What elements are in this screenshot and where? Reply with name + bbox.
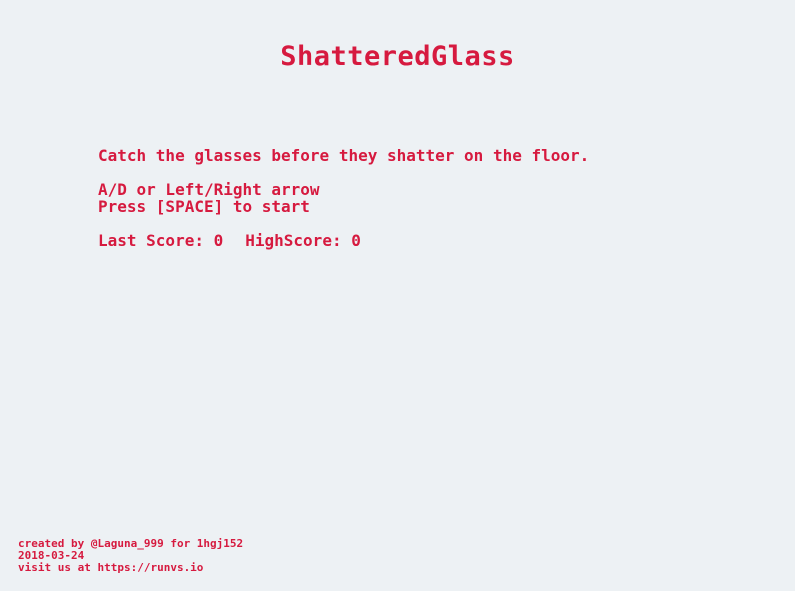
game-screen[interactable]: ShatteredGlass Catch the glasses before … bbox=[0, 0, 795, 591]
high-score: HighScore: 0 bbox=[245, 232, 361, 249]
score-row: Last Score: 0 HighScore: 0 bbox=[98, 232, 589, 249]
last-score: Last Score: 0 bbox=[98, 232, 223, 249]
high-score-label: HighScore: bbox=[245, 231, 342, 250]
high-score-value: 0 bbox=[351, 231, 361, 250]
instruction-controls: A/D or Left/Right arrow bbox=[98, 180, 320, 199]
instruction-goal: Catch the glasses before they shatter on… bbox=[98, 146, 590, 165]
footer-credits: created by @Laguna_999 for 1hgj152 2018-… bbox=[18, 538, 243, 574]
footer-visit: visit us at https://runvs.io bbox=[18, 561, 204, 574]
instruction-start: Press [SPACE] to start bbox=[98, 197, 310, 216]
last-score-value: 0 bbox=[213, 231, 224, 250]
last-score-label: Last Score: bbox=[98, 231, 204, 250]
instructions-panel: Catch the glasses before they shatter on… bbox=[98, 147, 589, 249]
game-title: ShatteredGlass bbox=[280, 41, 515, 72]
